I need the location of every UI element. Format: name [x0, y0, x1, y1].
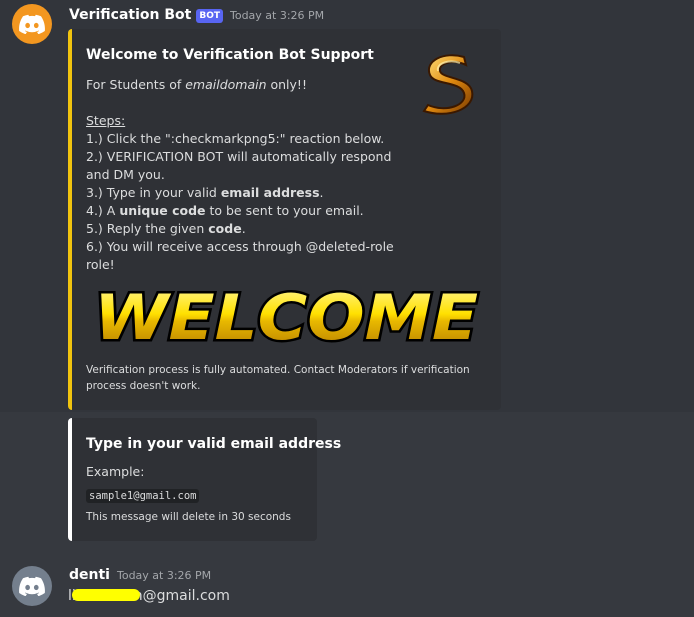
intro-line: For Students of emaildomain only!!	[86, 76, 394, 94]
example-code: sample1@gmail.com	[86, 489, 200, 503]
user-avatar[interactable]	[12, 566, 52, 606]
step-5: 5.) Reply the given code.	[86, 220, 394, 238]
embed-thumbnail-logo	[422, 54, 474, 115]
embed-title: Welcome to Verification Bot Support	[86, 47, 374, 63]
embed2-title: Type in your valid email address	[86, 436, 342, 452]
step-5-prefix: 5.) Reply the given	[86, 221, 209, 236]
redaction-highlight	[71, 589, 140, 601]
embed-footer: Verification process is fully automated.…	[86, 362, 470, 394]
embed2-example: sample1@gmail.com	[86, 484, 200, 503]
user-message-header: denti Today at 3:26 PM	[69, 567, 211, 583]
embed-description: For Students of emaildomain only!! Steps…	[86, 76, 394, 274]
embed2-footer: This message will delete in 30 seconds	[86, 511, 291, 523]
step-4: 4.) A unique code to be sent to your ema…	[86, 202, 394, 220]
discord-logo-icon	[19, 576, 45, 596]
email-prompt-embed: Type in your valid email address Example…	[68, 418, 341, 541]
step-1: 1.) Click the ":checkmarkpng5:" reaction…	[86, 131, 385, 146]
step-2b: and DM you.	[86, 167, 165, 182]
intro-prefix: For Students of	[86, 77, 186, 92]
footer-line-2: process doesn't work.	[86, 380, 201, 392]
bot-message-header: Verification Bot BOT Today at 3:26 PM	[69, 7, 324, 24]
discord-logo-icon	[19, 14, 45, 34]
user-username[interactable]: denti	[69, 567, 110, 583]
step-3-bold: email address	[220, 185, 320, 200]
step-6a: 6.) You will receive access through @del…	[86, 239, 394, 254]
welcome-banner-image[interactable]: WELCOME	[88, 283, 484, 355]
intro-domain: emaildomain	[185, 77, 267, 92]
embed2-example-label: Example:	[86, 464, 145, 479]
welcome-banner-text: WELCOME	[94, 283, 478, 354]
step-4-suffix: to be sent to your email.	[205, 203, 364, 218]
bot-username[interactable]: Verification Bot	[69, 7, 191, 23]
step-4-bold: unique code	[119, 203, 206, 218]
user-message-content: lin@gmail.com	[68, 588, 230, 604]
step-5-suffix: .	[241, 221, 246, 236]
step-4-prefix: 4.) A	[86, 203, 120, 218]
step-3-prefix: 3.) Type in your valid	[86, 185, 221, 200]
step-5-bold: code	[208, 221, 242, 236]
intro-suffix: only!!	[266, 77, 307, 92]
user-timestamp[interactable]: Today at 3:26 PM	[117, 569, 211, 582]
user-content-suffix: n@gmail.com	[133, 588, 230, 604]
step-2a: 2.) VERIFICATION BOT will automatically …	[86, 149, 392, 164]
footer-line-1: Verification process is fully automated.…	[86, 364, 470, 376]
verification-embed: Welcome to Verification Bot Support For …	[68, 29, 501, 410]
bot-avatar[interactable]	[12, 4, 52, 44]
step-3: 3.) Type in your valid email address.	[86, 184, 394, 202]
bot-tag-badge: BOT	[196, 9, 223, 23]
step-6b: role!	[86, 257, 115, 272]
steps-heading: Steps:	[86, 113, 126, 128]
step-3-suffix: .	[319, 185, 324, 200]
bot-timestamp[interactable]: Today at 3:26 PM	[230, 9, 324, 22]
